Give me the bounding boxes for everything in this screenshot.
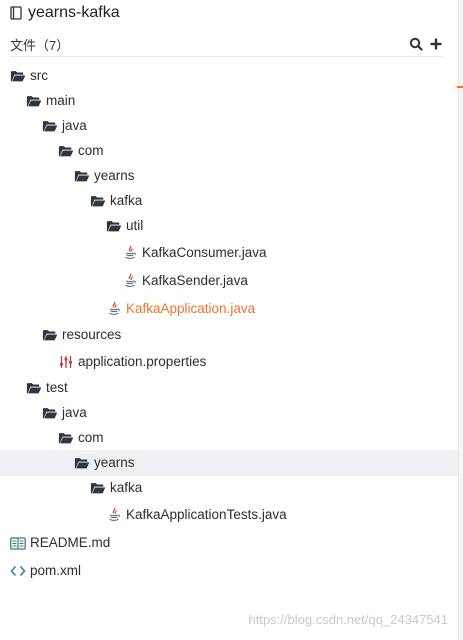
folder-open-icon: [58, 144, 74, 158]
tree-item-label: application.properties: [78, 354, 207, 369]
folder-open-icon: [106, 219, 122, 233]
settings-sliders-icon: [58, 355, 74, 369]
folder-open-icon: [10, 69, 26, 83]
tree-file-row[interactable]: KafkaSender.java: [0, 268, 458, 294]
tree-item-label: KafkaApplication.java: [126, 301, 256, 316]
folder-open-icon: [26, 381, 42, 395]
java-file-icon: [122, 245, 138, 260]
tree-item-label: test: [46, 380, 68, 395]
tree-item-label: KafkaApplicationTests.java: [126, 507, 287, 522]
tree-folder-row[interactable]: java: [0, 113, 458, 139]
files-header: 文件（7）: [10, 33, 443, 55]
tree-item-label: yearns: [94, 455, 135, 470]
tree-item-label: com: [78, 430, 104, 445]
plus-icon[interactable]: [429, 37, 443, 51]
tree-folder-row[interactable]: test: [0, 375, 458, 401]
tree-item-label: util: [126, 218, 144, 233]
tree-file-row[interactable]: README.md: [0, 530, 458, 556]
tree-item-label: yearns: [94, 168, 135, 183]
accent-tick: [457, 86, 463, 88]
tree-file-row[interactable]: application.properties: [0, 349, 458, 375]
tree-item-label: java: [62, 118, 87, 133]
tree-folder-row[interactable]: java: [0, 400, 458, 426]
tree-file-row[interactable]: KafkaApplicationTests.java: [0, 502, 458, 528]
tree-item-label: com: [78, 143, 104, 158]
folder-open-icon: [74, 456, 90, 470]
folder-open-icon: [74, 169, 90, 183]
tree-file-row[interactable]: pom.xml: [0, 558, 458, 584]
tree-folder-row[interactable]: kafka: [0, 188, 458, 214]
tree-file-row[interactable]: KafkaApplication.java: [0, 296, 458, 322]
folder-open-icon: [58, 431, 74, 445]
code-icon: [10, 564, 26, 578]
tree-folder-row[interactable]: yearns: [0, 163, 458, 189]
java-file-icon: [106, 301, 122, 316]
tree-folder-row[interactable]: kafka: [0, 475, 458, 501]
repo-icon: [10, 6, 22, 20]
folder-open-icon: [26, 94, 42, 108]
file-tree-panel: yearns-kafka 文件（7） src main java com yearns k…: [0, 0, 458, 640]
tree-item-label: pom.xml: [30, 563, 82, 578]
repo-title-text: yearns-kafka: [28, 4, 120, 21]
tree-item-label: KafkaSender.java: [142, 273, 248, 288]
book-icon: [10, 536, 26, 550]
folder-open-icon: [90, 194, 106, 208]
tree-item-label: java: [62, 405, 87, 420]
java-file-icon: [106, 507, 122, 522]
tree-item-label: resources: [62, 327, 122, 342]
tree-item-label: kafka: [110, 193, 143, 208]
folder-open-icon: [42, 119, 58, 133]
search-icon[interactable]: [409, 37, 423, 51]
watermark: https://blog.csdn.net/qq_24347541: [248, 612, 449, 627]
tree-item-label: main: [46, 93, 76, 108]
tree-folder-row[interactable]: main: [0, 88, 458, 114]
tree-item-label: KafkaConsumer.java: [142, 245, 267, 260]
folder-open-icon: [90, 481, 106, 495]
files-count-label: 文件（7）: [10, 37, 70, 53]
tree-item-label: src: [30, 68, 48, 83]
tree-item-label: README.md: [30, 535, 111, 550]
folder-open-icon: [42, 328, 58, 342]
java-file-icon: [122, 273, 138, 288]
folder-open-icon: [42, 406, 58, 420]
tree-item-label: kafka: [110, 480, 143, 495]
tree-file-row[interactable]: KafkaConsumer.java: [0, 240, 458, 266]
tree-folder-row[interactable]: yearns: [0, 450, 458, 476]
header-divider: [10, 56, 443, 57]
repo-title[interactable]: yearns-kafka: [10, 2, 120, 24]
tree-folder-row[interactable]: com: [0, 425, 458, 451]
tree-folder-row[interactable]: src: [0, 63, 458, 89]
panel-edge: [457, 0, 463, 640]
tree-folder-row[interactable]: resources: [0, 322, 458, 348]
tree-folder-row[interactable]: util: [0, 213, 458, 239]
tree-folder-row[interactable]: com: [0, 138, 458, 164]
